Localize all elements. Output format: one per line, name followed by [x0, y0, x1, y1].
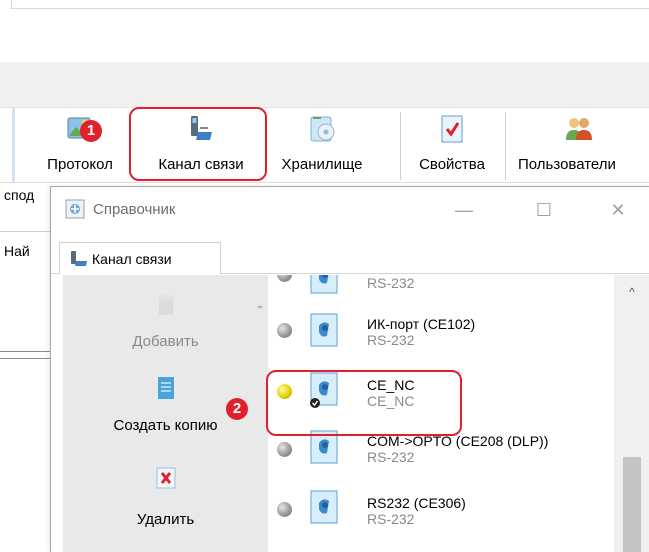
add-icon: [154, 293, 178, 319]
background-label: спод: [4, 187, 35, 203]
close-button[interactable]: ✕: [603, 195, 633, 225]
copy-icon: [154, 375, 178, 401]
users-icon: [564, 114, 594, 144]
status-indicator-gray: [277, 502, 292, 517]
storage-label: Хранилище: [281, 156, 363, 173]
delete-button[interactable]: Удалить: [63, 453, 268, 552]
divider: [10, 8, 649, 9]
divider: [0, 358, 52, 359]
add-label: Добавить: [132, 333, 199, 350]
delete-icon: [154, 465, 178, 491]
main-toolbar: Протокол Канал связи Хранилище Свойства …: [0, 108, 649, 183]
divider: [0, 351, 52, 352]
divider: [0, 231, 52, 232]
properties-label: Свойства: [419, 156, 485, 173]
status-indicator-gray: [277, 442, 292, 457]
list-item[interactable]: RS232 (CE306) RS-232: [269, 483, 614, 539]
dialog-titlebar[interactable]: Справочник — ☐ ✕: [51, 187, 649, 232]
delete-label: Удалить: [136, 511, 195, 528]
storage-button[interactable]: Хранилище: [268, 108, 376, 183]
users-button[interactable]: Пользователи: [508, 108, 649, 183]
maximize-button[interactable]: ☐: [529, 195, 559, 225]
reference-dialog: Справочник — ☐ ✕ Канал связи Добавить Со…: [50, 186, 649, 552]
storage-icon: [307, 114, 337, 144]
channel-document-icon: [309, 489, 341, 527]
item-port: RS-232: [367, 332, 415, 348]
chevron-down-icon[interactable]: [257, 306, 263, 309]
list-scrollbar[interactable]: ^: [614, 275, 649, 552]
ribbon-tab-strip: [0, 62, 649, 108]
users-label: Пользователи: [518, 156, 616, 173]
properties-button[interactable]: Свойства: [404, 108, 500, 183]
highlight-default-channel: [266, 370, 462, 436]
channel-document-icon: [309, 275, 341, 297]
channel-document-icon: [309, 312, 341, 350]
protocol-label: Протокол: [47, 156, 113, 173]
toolbar-left-edge: [12, 108, 15, 183]
item-port: RS-232: [367, 511, 415, 527]
channel-icon: [69, 250, 89, 268]
item-name: RS232 (CE306): [367, 495, 466, 511]
properties-icon: [437, 114, 467, 144]
item-port: RS-232: [367, 449, 415, 465]
divider: [11, 0, 12, 8]
annotation-badge-2: 2: [226, 398, 248, 420]
tab-channel[interactable]: Канал связи: [59, 242, 221, 275]
background-label: Най: [4, 243, 30, 259]
protocol-button[interactable]: Протокол: [30, 108, 130, 183]
dialog-title: Справочник: [93, 201, 176, 218]
toolbar-separator: [505, 112, 506, 180]
item-name: ИК-порт (CE102): [367, 316, 476, 332]
list-item[interactable]: ИК-порт (CE102) RS-232: [269, 309, 614, 365]
dialog-tab-strip: Канал связи: [51, 232, 649, 275]
scrollbar-thumb[interactable]: [623, 457, 641, 552]
minimize-button[interactable]: —: [449, 195, 479, 225]
reference-app-icon: [65, 199, 85, 219]
toolbar-separator: [400, 112, 401, 180]
item-port: RS-232: [367, 275, 415, 291]
window-top-area: [0, 0, 649, 62]
chevron-up-icon[interactable]: ^: [614, 275, 649, 309]
tab-label: Канал связи: [92, 251, 172, 267]
status-indicator-gray: [277, 323, 292, 338]
annotation-badge-1: 1: [80, 120, 102, 142]
status-indicator-gray: [277, 275, 292, 282]
highlight-channel-button: [129, 107, 267, 181]
background-window: спод Най: [0, 183, 52, 552]
add-button[interactable]: Добавить: [63, 275, 268, 365]
